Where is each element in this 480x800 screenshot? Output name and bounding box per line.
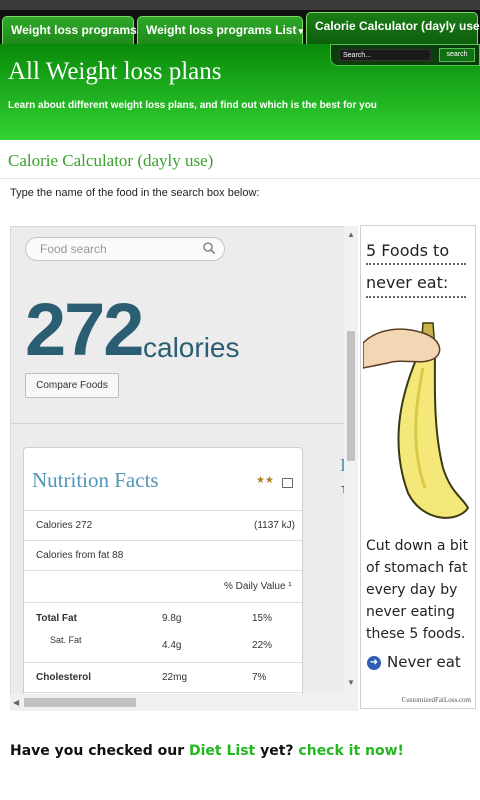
nutrient-label: Total Fat <box>36 613 77 624</box>
scrollbar-thumb[interactable] <box>24 698 136 707</box>
nutrient-value: 7% <box>252 672 267 683</box>
ad-body-line: never eating <box>366 604 455 620</box>
ad-heading-line1: 5 Foods to <box>366 241 450 260</box>
vertical-scrollbar[interactable]: ▲ ▼ <box>344 226 358 711</box>
site-title[interactable]: All Weight loss plans <box>8 58 222 86</box>
horizontal-scrollbar[interactable]: ◀ <box>10 694 344 711</box>
diet-list-prompt: Have you checked our Diet List yet? chec… <box>10 743 404 759</box>
nutrient-value: 22% <box>252 640 273 651</box>
scroll-down-icon[interactable]: ▼ <box>347 678 355 687</box>
scrollbar-thumb[interactable] <box>347 331 355 461</box>
nutrient-value: (1137 kJ) <box>254 520 295 531</box>
divider <box>0 178 480 179</box>
scroll-left-icon[interactable]: ◀ <box>13 698 19 707</box>
site-header: Search... search All Weight loss plans L… <box>0 44 480 140</box>
tab-weight-loss-programs[interactable]: Weight loss programs <box>2 16 137 44</box>
instructions-text: Type the name of the food in the search … <box>10 187 260 199</box>
tab-weight-loss-programs-list[interactable]: Weight loss programs List ▾ <box>137 16 303 44</box>
nutrient-label: Calories 272 <box>36 520 93 531</box>
food-search-placeholder: Food search <box>40 242 107 256</box>
compare-foods-button[interactable]: Compare Foods <box>25 373 119 398</box>
check-it-now-link[interactable]: check it now! <box>298 743 404 759</box>
tab-label: Weight loss programs <box>11 23 137 37</box>
site-search: Search... search <box>330 44 480 66</box>
tab-calorie-calculator[interactable]: Calorie Calculator (dayly use) <box>306 12 480 44</box>
nutrition-facts-panel: Nutrition Facts ★★ Calories 272 (1137 kJ… <box>23 447 303 710</box>
ad-body-line: of stomach fat <box>366 560 468 576</box>
daily-value-header: % Daily Value ¹ <box>224 581 292 592</box>
nutrition-row: Cholesterol 22mg 7% <box>24 662 302 693</box>
nutrient-value: 15% <box>252 613 273 624</box>
nutrient-amount: 9.8g <box>162 613 182 624</box>
divider <box>11 423 354 424</box>
nutrient-label: Cholesterol <box>36 672 92 683</box>
divider <box>366 263 466 265</box>
nutrient-label: Sat. Fat <box>50 635 82 645</box>
top-nav: Weight loss programs Weight loss program… <box>0 10 480 44</box>
ad-body-line: Cut down a bit <box>366 538 469 554</box>
banana-icon <box>363 322 470 519</box>
food-search-input[interactable]: Food search <box>25 237 225 261</box>
ad-body-line: every day by <box>366 582 458 598</box>
nutrition-row: Total Fat 9.8g 15% <box>24 602 302 633</box>
nutrition-row: Calories from fat 88 <box>24 540 302 571</box>
rating-stars-icon[interactable]: ★★ <box>256 475 274 486</box>
tab-label: Weight loss programs List <box>146 23 297 37</box>
prompt-text: yet? <box>255 743 299 759</box>
nutrient-amount: 4.4g <box>162 640 182 651</box>
search-icon[interactable] <box>202 241 216 255</box>
ad-footer: CustomizedFatLoss.com <box>401 696 471 704</box>
nutrition-row: % Daily Value ¹ <box>24 570 302 603</box>
site-subtitle: Learn about different weight loss plans,… <box>8 100 377 111</box>
chevron-down-icon: ▾ <box>298 26 303 36</box>
site-search-input[interactable]: Search... <box>339 49 431 61</box>
ad-heading-line2: never eat: <box>366 273 449 292</box>
calories-label: calories <box>143 332 240 363</box>
prompt-text: Have you checked our <box>10 743 189 759</box>
nutrition-facts-title: Nutrition Facts <box>32 468 159 492</box>
status-bar <box>0 0 480 10</box>
page-title: Calorie Calculator (dayly use) <box>8 151 214 170</box>
arrow-right-icon[interactable]: ➜ <box>367 656 381 670</box>
nutrient-label: Calories from fat 88 <box>36 550 124 561</box>
print-icon[interactable] <box>282 478 293 488</box>
ad-body-line: these 5 foods. <box>366 626 466 642</box>
diet-list-link[interactable]: Diet List <box>189 743 255 759</box>
nutrient-amount: 22mg <box>162 672 188 683</box>
tab-label: Calorie Calculator (dayly use) <box>315 19 480 33</box>
calories-value: 272 <box>25 288 144 371</box>
divider <box>366 296 466 298</box>
site-search-button[interactable]: search <box>439 48 475 62</box>
scroll-up-icon[interactable]: ▲ <box>347 230 355 239</box>
calorie-widget-frame: Food search 272 calories Compare Foods N… <box>10 226 355 711</box>
ad-cta[interactable]: Never eat <box>387 654 461 671</box>
nutrition-row: Sat. Fat 4.4g 22% <box>24 632 302 662</box>
ad-banner[interactable]: 5 Foods to never eat: Cut down a bit of … <box>360 225 476 709</box>
nutrition-row: Calories 272 (1137 kJ) <box>24 510 302 541</box>
